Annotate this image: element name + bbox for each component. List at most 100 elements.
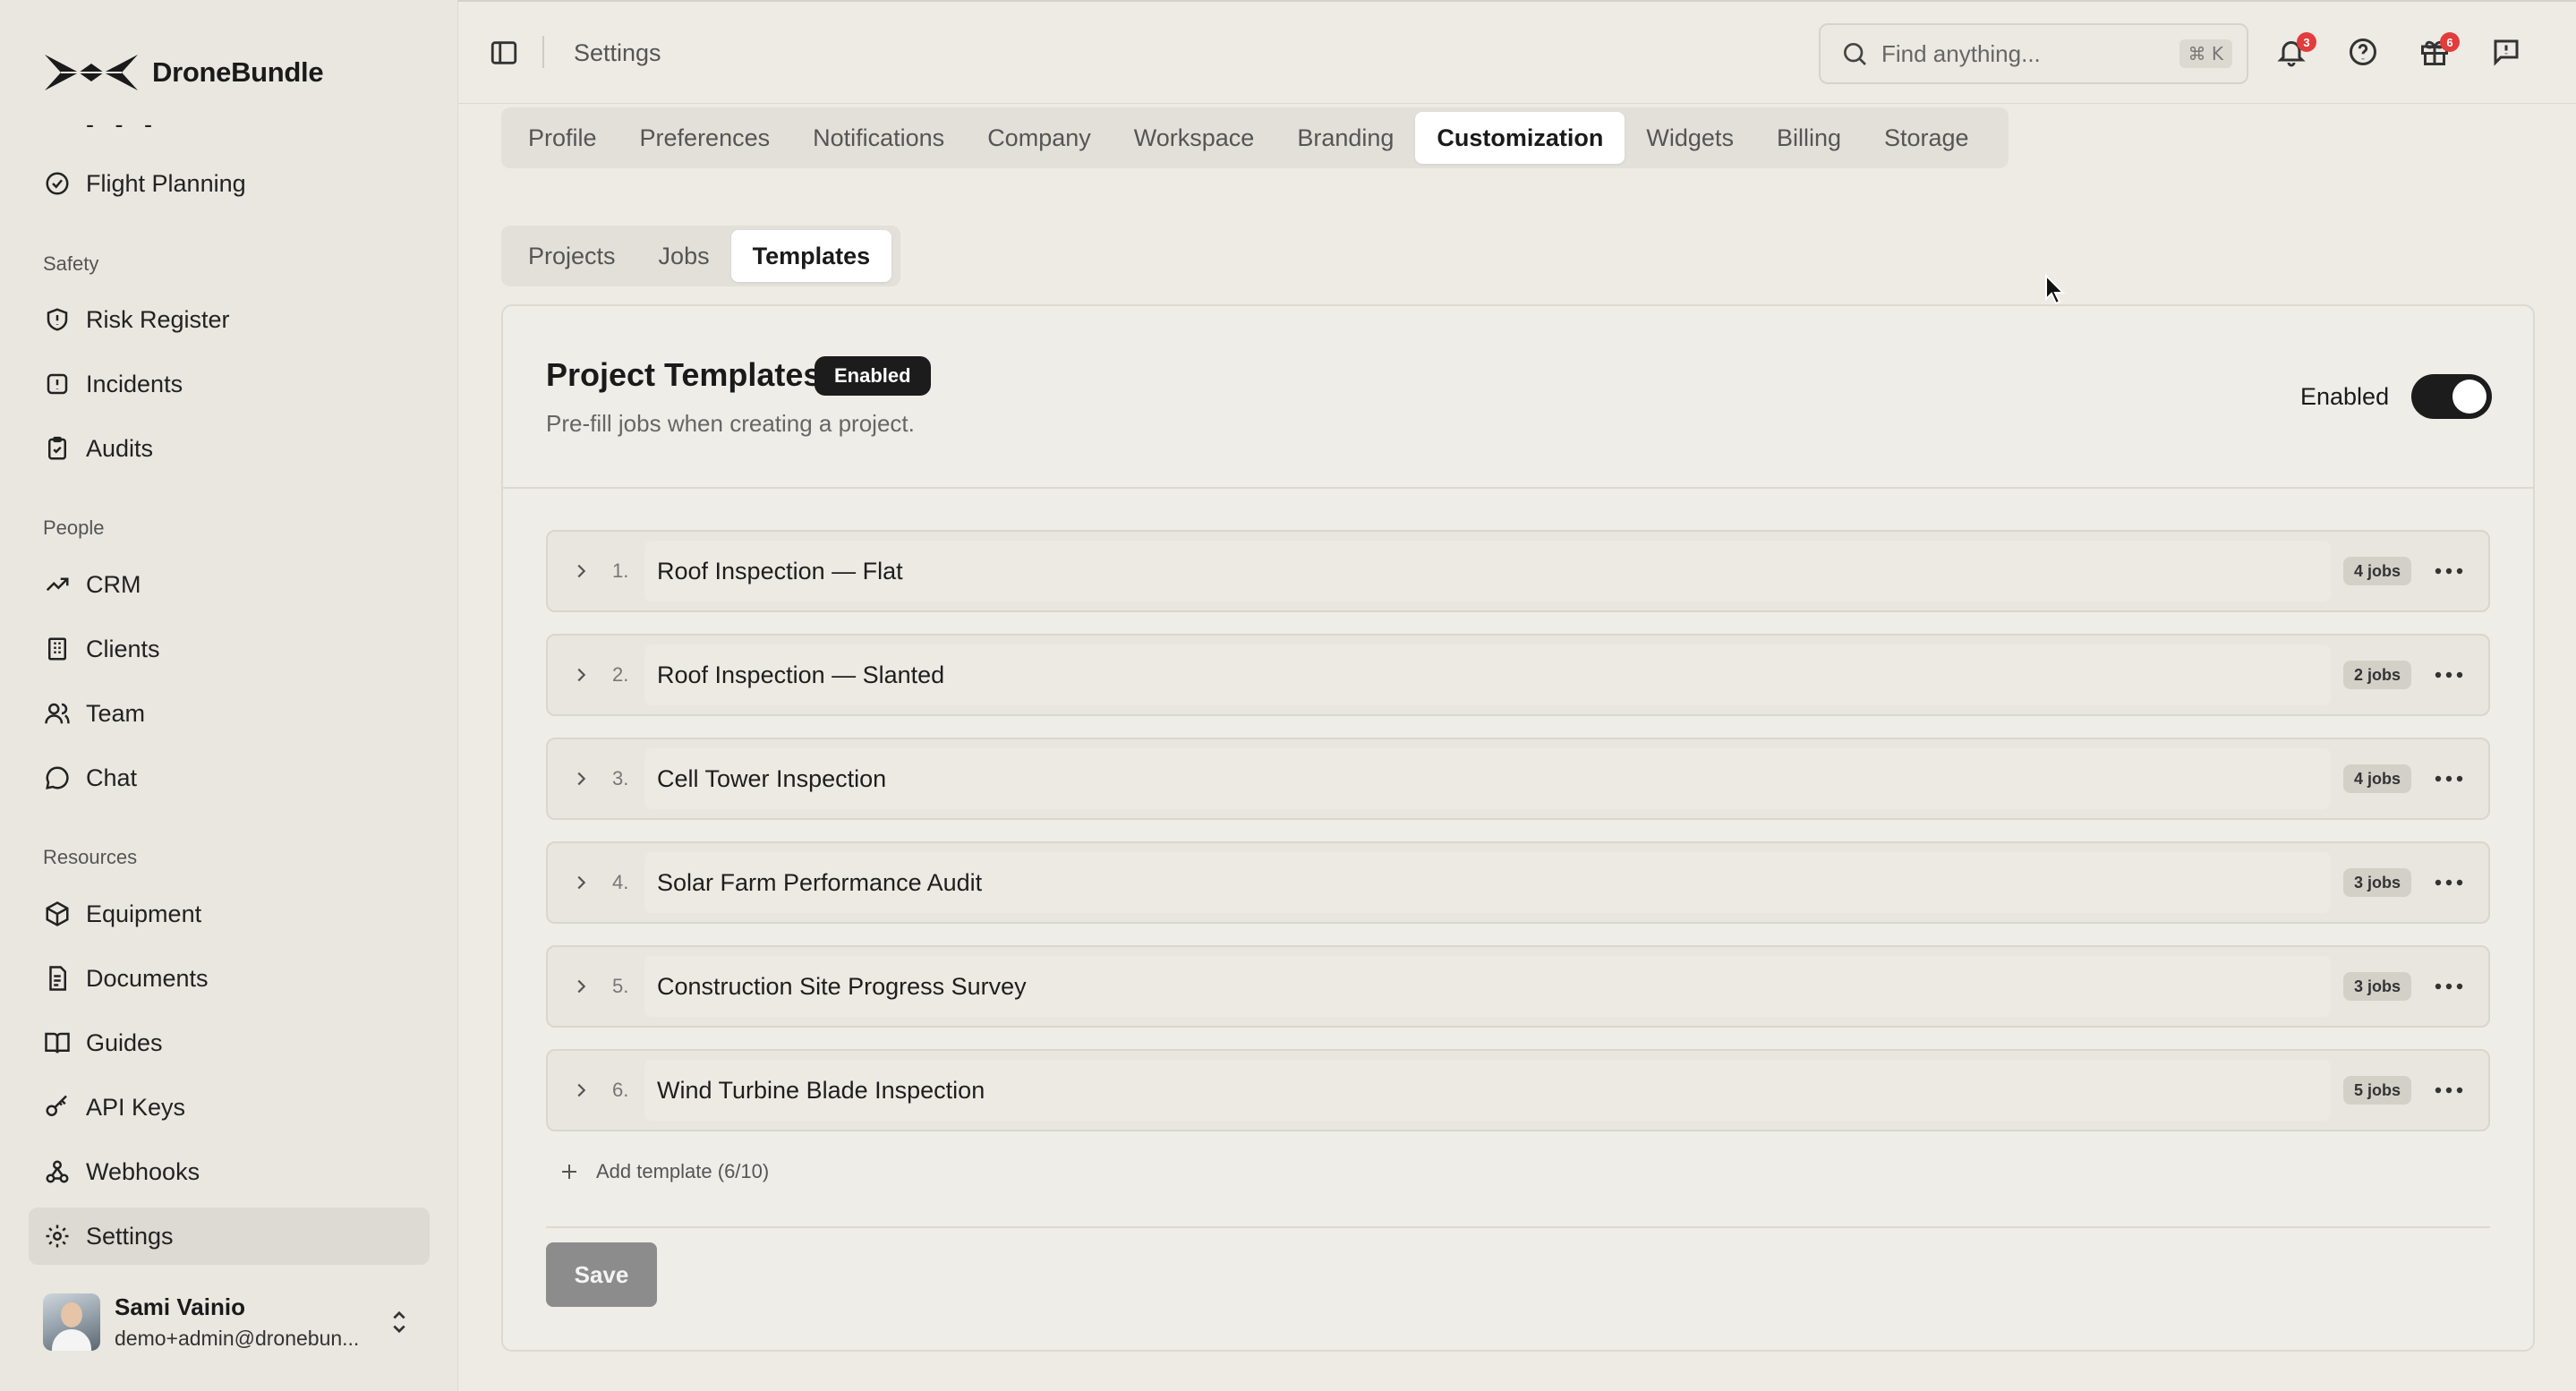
clipboard-check-icon xyxy=(43,434,72,463)
sidebar-item-settings[interactable]: Settings xyxy=(29,1208,430,1265)
divider xyxy=(542,36,544,68)
tab-preferences[interactable]: Preferences xyxy=(618,112,792,164)
tab-billing[interactable]: Billing xyxy=(1755,112,1863,164)
template-name-field[interactable]: Construction Site Progress Survey xyxy=(644,956,2331,1017)
card-title: Project Templates xyxy=(546,356,822,393)
tab-storage[interactable]: Storage xyxy=(1863,112,1991,164)
sidebar: DroneBundle - - - Flight Planning Safety… xyxy=(0,0,458,1391)
sidebar-item-label: Documents xyxy=(86,964,209,992)
add-template-button[interactable]: Add template (6/10) xyxy=(559,1160,769,1183)
template-name-field[interactable]: Roof Inspection — Slanted xyxy=(644,644,2331,705)
document-icon xyxy=(43,964,72,993)
plus-icon xyxy=(559,1161,580,1182)
search-placeholder: Find anything... xyxy=(1881,39,2041,67)
more-options-icon[interactable] xyxy=(2429,567,2469,575)
more-options-icon[interactable] xyxy=(2429,1087,2469,1094)
sidebar-item-audits[interactable]: Audits xyxy=(29,420,430,477)
sidebar-item-documents[interactable]: Documents xyxy=(29,950,430,1007)
sidebar-item-crm[interactable]: CRM xyxy=(29,556,430,613)
sidebar-item-label: Settings xyxy=(86,1222,174,1250)
sidebar-item-guides[interactable]: Guides xyxy=(29,1014,430,1071)
template-name-field[interactable]: Roof Inspection — Flat xyxy=(644,541,2331,602)
jobs-count-badge: 4 jobs xyxy=(2342,557,2411,585)
template-row: 4. Solar Farm Performance Audit 3 jobs xyxy=(546,841,2490,924)
template-name-field[interactable]: Cell Tower Inspection xyxy=(644,748,2331,809)
template-index: 6. xyxy=(612,1079,629,1101)
sidebar-item-label: Chat xyxy=(86,764,138,791)
subtab-jobs[interactable]: Jobs xyxy=(637,230,731,282)
brand-logo[interactable]: DroneBundle xyxy=(43,50,324,95)
gift-badge: 6 xyxy=(2440,32,2460,52)
sidebar-item-chat[interactable]: Chat xyxy=(29,749,430,806)
chevron-right-icon[interactable] xyxy=(571,769,598,789)
tab-widgets[interactable]: Widgets xyxy=(1625,112,1755,164)
jobs-count-badge: 3 jobs xyxy=(2342,868,2411,897)
template-name-field[interactable]: Solar Farm Performance Audit xyxy=(644,852,2331,913)
chevron-right-icon[interactable] xyxy=(571,1080,598,1100)
building-icon xyxy=(43,635,72,663)
card-description: Pre-fill jobs when creating a project. xyxy=(546,410,915,437)
divider xyxy=(546,1226,2490,1228)
trending-up-icon xyxy=(43,570,72,599)
partial-item-text: - - - xyxy=(86,111,159,131)
sidebar-item-risk-register[interactable]: Risk Register xyxy=(29,291,430,348)
chat-bubble-icon xyxy=(43,764,72,792)
more-options-icon[interactable] xyxy=(2429,671,2469,678)
shortcut-hint: ⌘ K xyxy=(2179,39,2232,68)
subtab-templates[interactable]: Templates xyxy=(730,230,892,282)
sidebar-item-clients[interactable]: Clients xyxy=(29,620,430,678)
tab-customization[interactable]: Customization xyxy=(1415,112,1625,164)
user-menu[interactable]: Sami Vainio demo+admin@dronebun... xyxy=(29,1285,430,1359)
sidebar-item-incidents[interactable]: Incidents xyxy=(29,355,430,413)
section-safety: Safety xyxy=(43,252,99,275)
more-options-icon[interactable] xyxy=(2429,775,2469,782)
template-index: 3. xyxy=(612,767,629,789)
breadcrumb: Settings xyxy=(574,39,661,66)
chevron-right-icon[interactable] xyxy=(571,977,598,996)
tab-workspace[interactable]: Workspace xyxy=(1113,112,1276,164)
tab-company[interactable]: Company xyxy=(966,112,1113,164)
sidebar-item-team[interactable]: Team xyxy=(29,685,430,742)
package-icon xyxy=(43,900,72,928)
more-options-icon[interactable] xyxy=(2429,879,2469,886)
sidebar-item-label: Equipment xyxy=(86,900,202,927)
bell-icon[interactable]: 3 xyxy=(2275,32,2316,72)
mouse-cursor-icon xyxy=(2044,274,2068,306)
alert-square-icon xyxy=(43,370,72,398)
template-index: 4. xyxy=(612,871,629,893)
sidebar-item-label: API Keys xyxy=(86,1093,186,1121)
sidebar-item-webhooks[interactable]: Webhooks xyxy=(29,1143,430,1200)
shield-icon xyxy=(43,305,72,334)
feedback-icon[interactable] xyxy=(2490,36,2526,72)
sidebar-item-equipment[interactable]: Equipment xyxy=(29,885,430,943)
subtab-projects[interactable]: Projects xyxy=(507,230,637,282)
jobs-count-badge: 4 jobs xyxy=(2342,764,2411,793)
enabled-toggle[interactable] xyxy=(2411,374,2492,419)
sidebar-toggle-icon[interactable] xyxy=(489,38,519,68)
sidebar-item-label: Flight Planning xyxy=(86,169,246,197)
tab-branding[interactable]: Branding xyxy=(1275,112,1415,164)
sidebar-item-flight-planning[interactable]: Flight Planning xyxy=(29,155,430,212)
gift-icon[interactable]: 6 xyxy=(2418,32,2460,72)
chevron-up-down-icon xyxy=(387,1307,412,1337)
template-row: 5. Construction Site Progress Survey 3 j… xyxy=(546,945,2490,1028)
status-badge: Enabled xyxy=(815,356,931,396)
template-name-field[interactable]: Wind Turbine Blade Inspection xyxy=(644,1060,2331,1121)
search-icon xyxy=(1840,39,1869,68)
brand-name: DroneBundle xyxy=(152,56,324,88)
chevron-right-icon[interactable] xyxy=(571,561,598,581)
help-icon[interactable] xyxy=(2347,36,2383,72)
section-people: People xyxy=(43,516,105,539)
sidebar-item-label: Team xyxy=(86,699,146,727)
webhook-icon xyxy=(43,1157,72,1186)
more-options-icon[interactable] xyxy=(2429,983,2469,990)
search-input[interactable]: Find anything... ⌘ K xyxy=(1819,23,2248,84)
chevron-right-icon[interactable] xyxy=(571,665,598,685)
save-button[interactable]: Save xyxy=(546,1242,657,1307)
tab-profile[interactable]: Profile xyxy=(507,112,618,164)
toggle-label: Enabled xyxy=(2300,383,2390,410)
tab-notifications[interactable]: Notifications xyxy=(791,112,966,164)
jobs-count-badge: 5 jobs xyxy=(2342,1076,2411,1105)
chevron-right-icon[interactable] xyxy=(571,873,598,892)
sidebar-item-api-keys[interactable]: API Keys xyxy=(29,1079,430,1136)
